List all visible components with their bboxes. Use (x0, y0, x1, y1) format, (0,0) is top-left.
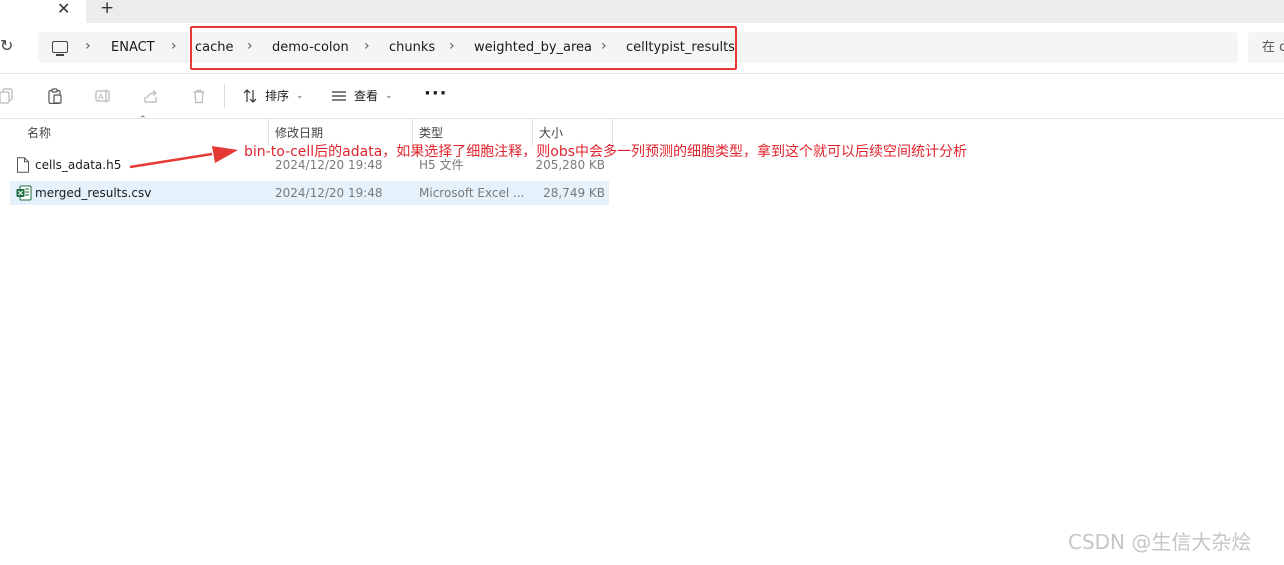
annotation-text: bin-to-cell后的adata，如果选择了细胞注释，则obs中会多一列预测… (244, 144, 968, 160)
watermark: CSDN @生信大杂烩 (1068, 530, 1252, 554)
annotation-arrow (129, 146, 238, 169)
